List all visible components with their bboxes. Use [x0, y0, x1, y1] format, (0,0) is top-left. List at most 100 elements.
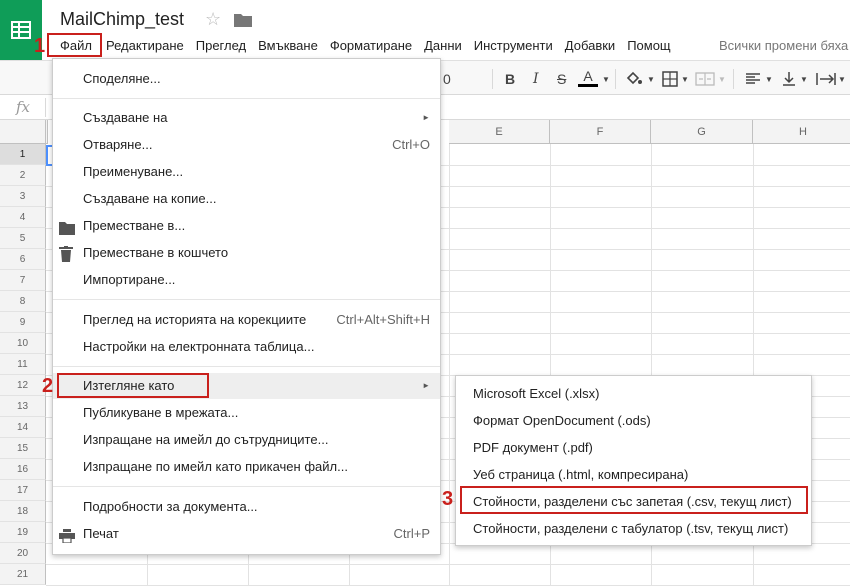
menu-item-label: Създаване на [83, 110, 168, 125]
row-header[interactable]: 3 [0, 186, 46, 207]
annotation-box-file [47, 33, 102, 57]
vertical-align-icon[interactable] [782, 69, 796, 89]
align-left-icon[interactable] [745, 69, 761, 89]
row-header[interactable]: 15 [0, 438, 46, 459]
menu-insert[interactable]: Вмъкване [252, 36, 324, 56]
italic-button[interactable]: I [533, 69, 539, 89]
borders-icon[interactable] [662, 69, 678, 89]
row-header[interactable]: 21 [0, 564, 46, 585]
menu-item-rename[interactable]: Преименуване... [53, 159, 440, 185]
row-header[interactable]: 13 [0, 396, 46, 417]
row-header[interactable]: 14 [0, 417, 46, 438]
row-header[interactable]: 1 [0, 144, 46, 165]
toolbar-divider [733, 69, 734, 89]
strikethrough-button[interactable]: S [557, 69, 566, 89]
fill-color-icon[interactable] [625, 69, 643, 89]
download-html[interactable]: Уеб страница (.html, компресирана) [456, 462, 811, 488]
menubar: Файл Редактиране Преглед Вмъкване Формат… [52, 36, 677, 56]
menu-addons[interactable]: Добавки [559, 36, 621, 56]
menu-item-publish[interactable]: Публикуване в мрежата... [53, 400, 440, 426]
menu-separator [53, 486, 440, 487]
row-header[interactable]: 6 [0, 249, 46, 270]
download-ods[interactable]: Формат OpenDocument (.ods) [456, 408, 811, 434]
menu-view[interactable]: Преглед [190, 36, 252, 56]
menu-item-label: Настройки на електронната таблица... [83, 339, 315, 354]
row-header[interactable]: 9 [0, 312, 46, 333]
font-size-field[interactable]: 0 [443, 69, 451, 89]
column-header-e[interactable]: E [449, 120, 550, 144]
row-header[interactable]: 2 [0, 165, 46, 186]
grid-line [449, 144, 450, 586]
submenu-arrow-icon: ► [422, 381, 430, 390]
menu-item-make-copy[interactable]: Създаване на копие... [53, 186, 440, 212]
row-header[interactable]: 8 [0, 291, 46, 312]
row-header[interactable]: 7 [0, 270, 46, 291]
folder-icon[interactable] [234, 13, 252, 30]
text-color-button[interactable]: A [578, 69, 598, 89]
menu-item-print[interactable]: Печат Ctrl+P [53, 521, 440, 547]
menu-item-spreadsheet-settings[interactable]: Настройки на електронната таблица... [53, 334, 440, 360]
menu-item-label: Публикуване в мрежата... [83, 405, 239, 420]
menu-item-email-attachment[interactable]: Изпращане по имейл като прикачен файл... [53, 454, 440, 480]
select-all-corner[interactable] [0, 120, 46, 144]
toolbar-divider [492, 69, 493, 89]
column-header[interactable] [46, 120, 48, 144]
annotation-step-3: 3 [442, 488, 454, 510]
column-header-h[interactable]: H [753, 120, 850, 144]
menu-tools[interactable]: Инструменти [468, 36, 559, 56]
menu-item-move-to[interactable]: Преместване в... [53, 213, 440, 239]
download-xlsx[interactable]: Microsoft Excel (.xlsx) [456, 381, 811, 407]
chevron-down-icon[interactable]: ▼ [681, 69, 689, 89]
menu-item-label: Преглед на историята на корекциите [83, 312, 307, 327]
menu-item-share[interactable]: Споделяне... [53, 66, 440, 92]
menu-data[interactable]: Данни [418, 36, 468, 56]
row-header[interactable]: 10 [0, 333, 46, 354]
column-header-f[interactable]: F [550, 120, 651, 144]
annotation-step-2: 2 [42, 375, 54, 397]
saved-status[interactable]: Всички промени бяха [719, 38, 848, 53]
text-wrap-icon[interactable] [816, 69, 836, 89]
row-header[interactable]: 18 [0, 501, 46, 522]
row-header[interactable]: 16 [0, 459, 46, 480]
chevron-down-icon[interactable]: ▼ [602, 69, 610, 89]
merge-cells-icon[interactable] [695, 69, 715, 89]
menu-item-label: Подробности за документа... [83, 499, 258, 514]
chevron-down-icon[interactable]: ▼ [647, 69, 655, 89]
menu-edit[interactable]: Редактиране [100, 36, 190, 56]
row-header[interactable]: 12 [0, 375, 46, 396]
row-header[interactable]: 19 [0, 522, 46, 543]
row-header[interactable]: 17 [0, 480, 46, 501]
row-header[interactable]: 4 [0, 207, 46, 228]
row-header[interactable]: 5 [0, 228, 46, 249]
sheets-logo-icon [11, 21, 31, 39]
menu-item-label: Споделяне... [83, 71, 161, 86]
text-color-swatch [578, 84, 598, 87]
menu-item-label: Печат [83, 526, 119, 541]
menu-item-move-to-trash[interactable]: Преместване в кошчето [53, 240, 440, 266]
download-tsv[interactable]: Стойности, разделени с табулатор (.tsv, … [456, 516, 811, 542]
chevron-down-icon[interactable]: ▼ [765, 69, 773, 89]
menu-item-import[interactable]: Импортиране... [53, 267, 440, 293]
column-header-g[interactable]: G [651, 120, 753, 144]
menu-item-revision-history[interactable]: Преглед на историята на корекциите Ctrl+A… [53, 307, 440, 333]
chevron-down-icon[interactable]: ▼ [718, 69, 726, 89]
menu-item-document-details[interactable]: Подробности за документа... [53, 494, 440, 520]
menu-item-label: Преименуване... [83, 164, 184, 179]
bold-button[interactable]: B [505, 69, 515, 89]
document-title[interactable]: MailChimp_test [60, 9, 184, 30]
annotation-box-csv [460, 486, 808, 514]
star-icon[interactable]: ☆ [205, 9, 221, 30]
menu-format[interactable]: Форматиране [324, 36, 418, 56]
menu-item-email-collaborators[interactable]: Изпращане на имейл до сътрудниците... [53, 427, 440, 453]
menu-item-label: Преместване в кошчето [83, 245, 229, 260]
row-header[interactable]: 11 [0, 354, 46, 375]
menu-item-create[interactable]: Създаване на ► [53, 105, 440, 131]
chevron-down-icon[interactable]: ▼ [800, 69, 808, 89]
row-header[interactable]: 20 [0, 543, 46, 564]
menu-separator [53, 98, 440, 99]
menu-item-label: Създаване на копие... [83, 191, 217, 206]
menu-help[interactable]: Помощ [621, 36, 676, 56]
menu-item-open[interactable]: Отваряне... Ctrl+O [53, 132, 440, 158]
chevron-down-icon[interactable]: ▼ [838, 69, 846, 89]
download-pdf[interactable]: PDF документ (.pdf) [456, 435, 811, 461]
